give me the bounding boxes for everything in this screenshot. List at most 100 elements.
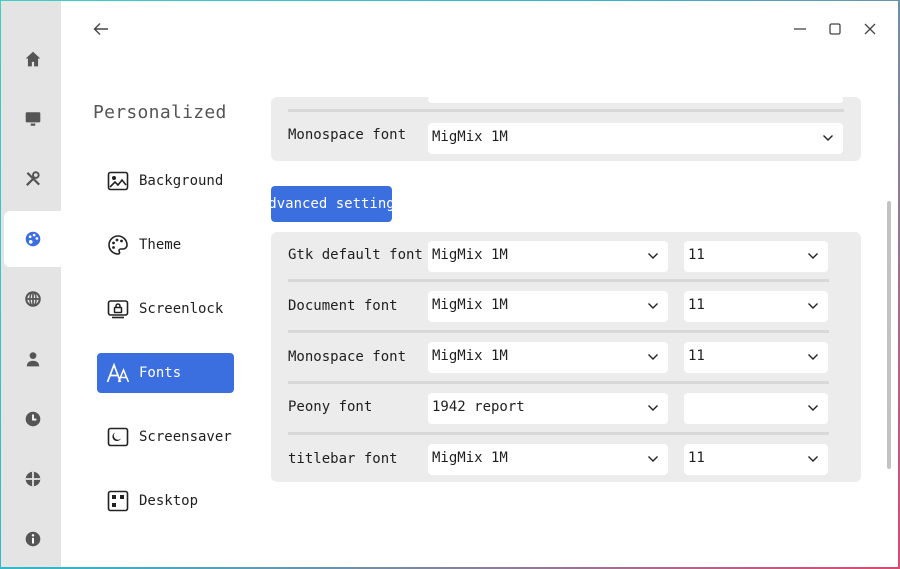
nav-item-label: Theme	[139, 237, 182, 253]
arrow-left-icon	[93, 23, 108, 35]
select-value: MigMix 1M	[432, 348, 508, 364]
minimize-button[interactable]	[790, 19, 810, 39]
select-value: 11	[688, 247, 705, 263]
row-label: titlebar font	[288, 451, 398, 467]
desktop-grid-icon	[106, 489, 130, 513]
close-icon	[864, 23, 876, 35]
maximize-icon	[829, 23, 841, 35]
chevron-down-icon	[648, 303, 658, 309]
rail-account[interactable]	[4, 331, 61, 387]
palette-icon	[106, 233, 130, 257]
info-icon	[25, 531, 40, 547]
nav-item-fonts[interactable]: Fonts	[97, 353, 234, 393]
size-select[interactable]: 11	[684, 342, 828, 373]
chevron-down-icon	[648, 456, 658, 462]
select-value: 11	[688, 450, 705, 466]
row-label: Gtk default font	[288, 247, 423, 263]
font-select[interactable]: MigMix 1M	[428, 291, 668, 322]
rail-network[interactable]	[4, 271, 61, 327]
chevron-down-icon	[808, 253, 818, 259]
row-label: Monospace font	[288, 127, 407, 143]
chevron-down-icon	[648, 253, 658, 259]
maximize-button[interactable]	[825, 19, 845, 39]
category-rail	[1, 1, 61, 567]
row-divider	[288, 432, 829, 435]
monitor-icon	[25, 112, 40, 126]
titlebar-font-row: titlebar font MigMix 1M 11	[271, 436, 861, 486]
row-divider	[288, 330, 829, 333]
nav-item-label: Screensaver	[139, 429, 232, 445]
settings-window: Personalized Background Theme Screenlock…	[1, 1, 898, 567]
gtk-default-font-row: Gtk default font MigMix 1M 11	[271, 232, 861, 282]
chevron-down-icon	[823, 135, 833, 141]
page-title: Personalized	[93, 102, 227, 123]
select-value: MigMix 1M	[432, 247, 508, 263]
row-label: Document font	[288, 298, 398, 314]
advanced-settings-button[interactable]: Advanced settings	[271, 186, 392, 222]
nav-item-screenlock[interactable]: Screenlock	[97, 289, 234, 329]
rail-about[interactable]	[4, 511, 61, 567]
home-icon	[25, 51, 40, 67]
monospace-font-select[interactable]: MigMix 1M	[428, 123, 843, 154]
rail-system[interactable]	[4, 91, 61, 147]
minimize-icon	[794, 28, 806, 30]
vertical-scrollbar[interactable]	[887, 201, 891, 469]
monospace-font-row: Monospace font MigMix 1M 11	[271, 334, 861, 384]
rail-home[interactable]	[4, 31, 61, 87]
size-select[interactable]: 11	[684, 291, 828, 322]
previous-font-select-edge	[428, 96, 843, 103]
select-value: 1942 report	[432, 399, 525, 415]
select-value: MigMix 1M	[432, 129, 508, 145]
size-select[interactable]: 11	[684, 444, 828, 475]
select-value: 11	[688, 297, 705, 313]
rail-update[interactable]	[4, 451, 61, 507]
font-select[interactable]: MigMix 1M	[428, 241, 668, 272]
monospace-font-row: Monospace font MigMix 1M	[271, 114, 861, 161]
back-button[interactable]	[91, 19, 111, 39]
tools-icon	[25, 171, 40, 186]
chevron-down-icon	[808, 354, 818, 360]
peony-font-row: Peony font 1942 report	[271, 385, 861, 435]
rail-devices[interactable]	[4, 151, 61, 207]
document-font-row: Document font MigMix 1M 11	[271, 283, 861, 333]
row-divider	[288, 381, 829, 384]
select-value: MigMix 1M	[432, 450, 508, 466]
image-icon	[106, 169, 130, 193]
update-icon	[25, 471, 40, 487]
size-select[interactable]: 11	[684, 241, 828, 272]
font-icon	[106, 361, 130, 385]
row-label: Monospace font	[288, 349, 407, 365]
nav-item-label: Fonts	[139, 365, 182, 381]
font-select[interactable]: 1942 report	[428, 393, 668, 424]
chevron-down-icon	[808, 456, 818, 462]
row-label: Peony font	[288, 399, 373, 415]
select-value: 11	[688, 348, 705, 364]
screensaver-icon	[106, 425, 130, 449]
nav-item-label: Screenlock	[139, 301, 224, 317]
nav-item-label: Desktop	[139, 493, 199, 509]
chevron-down-icon	[648, 354, 658, 360]
basic-fonts-card: Monospace font MigMix 1M	[271, 96, 861, 161]
chevron-down-icon	[648, 405, 658, 411]
rail-datetime[interactable]	[4, 391, 61, 447]
size-select[interactable]	[684, 393, 828, 424]
nav-item-screensaver[interactable]: Screensaver	[97, 417, 234, 457]
palette-icon	[25, 231, 40, 247]
clock-icon	[25, 411, 40, 427]
user-icon	[26, 352, 39, 367]
nav-item-label: Background	[139, 173, 224, 189]
rail-personalized[interactable]	[4, 211, 61, 267]
font-select[interactable]: MigMix 1M	[428, 444, 668, 475]
advanced-fonts-card: Gtk default font MigMix 1M 11 Document f…	[271, 232, 861, 482]
nav-item-desktop[interactable]: Desktop	[97, 481, 234, 521]
row-divider	[288, 279, 829, 282]
screenlock-icon	[106, 297, 130, 321]
select-value: MigMix 1M	[432, 297, 508, 313]
close-button[interactable]	[860, 19, 880, 39]
nav-item-theme[interactable]: Theme	[97, 225, 234, 265]
nav-item-background[interactable]: Background	[97, 161, 234, 201]
row-divider	[288, 109, 844, 112]
chevron-down-icon	[808, 405, 818, 411]
font-select[interactable]: MigMix 1M	[428, 342, 668, 373]
network-icon	[24, 291, 41, 307]
